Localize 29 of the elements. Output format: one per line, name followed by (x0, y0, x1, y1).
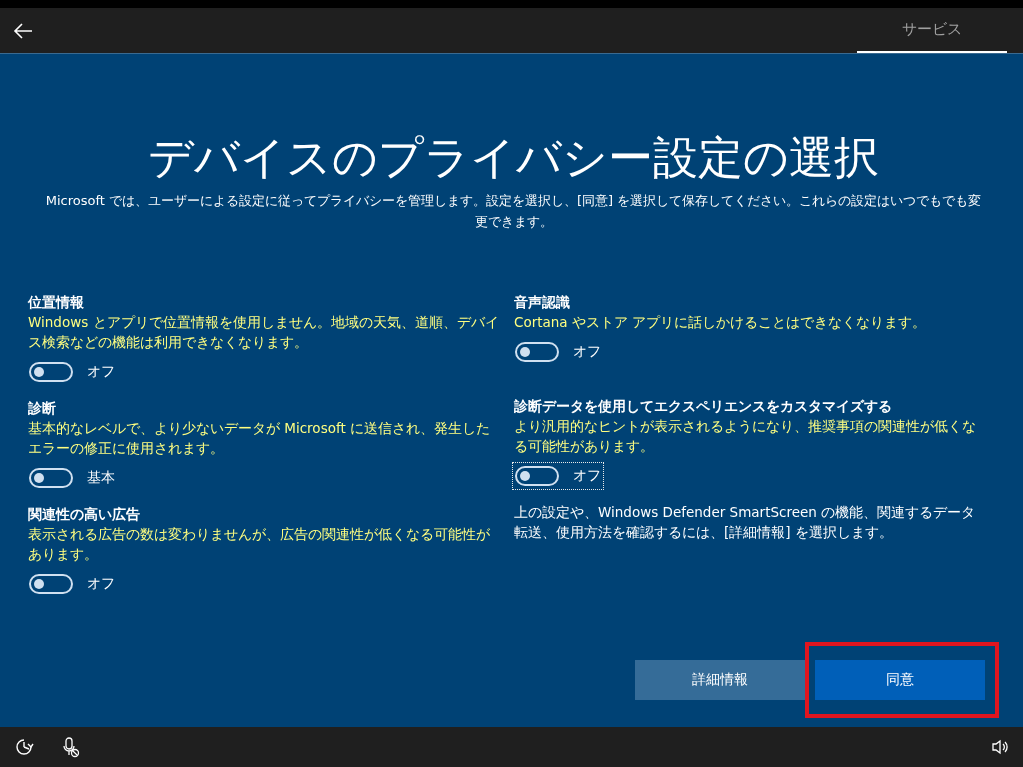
setting-description: 表示される広告の数は変わりませんが、広告の関連性が低くなる可能性があります。 (28, 525, 491, 564)
toggle-switch[interactable] (29, 362, 73, 382)
agree-button[interactable]: 同意 (815, 660, 985, 700)
info-note: 上の設定や、Windows Defender SmartScreen の機能、関連するデータ転送、使用方法を確認するには、[詳細情報] を選択します。 (514, 503, 977, 542)
accessibility-icon[interactable] (14, 737, 34, 757)
setting-description: Cortana やストア アプリに話しかけることはできなくなります。 (514, 313, 928, 332)
toggle-label: オフ (87, 575, 115, 593)
setting-title: 音声認識 (514, 293, 571, 312)
page-title: デバイスのプライバシー設定の選択 (147, 130, 880, 186)
setting-title: 関連性の高い広告 (28, 505, 141, 524)
more-info-button[interactable]: 詳細情報 (635, 660, 805, 700)
setting-description: Windows とアプリで位置情報を使用しません。地域の天気、道順、デバイス検索などの機能は利用できなくなります。 (28, 313, 500, 352)
microphone-off-icon[interactable] (62, 736, 80, 758)
toggle-switch[interactable] (29, 468, 73, 488)
setting-title: 診断 (28, 399, 57, 418)
toggle-switch[interactable] (515, 342, 559, 362)
intro-text: Microsoft では、ユーザーによる設定に従ってプライバシーを管理します。設定を選択し、[同意] を選択して保存してください。これらの設定はいつでもでも変更できます。 (44, 192, 983, 231)
setting-description: より汎用的なヒントが表示されるようになり、推奨事項の関連性が低くなる可能性があります。 (514, 417, 977, 456)
setting-title: 位置情報 (28, 293, 85, 312)
toggle-switch[interactable] (29, 574, 73, 594)
toggle-label: オフ (573, 343, 601, 361)
setting-description: 基本的なレベルで、より少ないデータが Microsoft に送信され、発生したエラーの修正に使用されます。 (28, 419, 492, 458)
setting-title: 診断データを使用してエクスペリエンスをカスタマイズする (514, 397, 893, 416)
toggle-label: 基本 (87, 469, 115, 487)
speaker-icon[interactable] (991, 739, 1009, 755)
toggle-label: オフ (573, 467, 601, 485)
back-arrow-icon (13, 22, 33, 39)
toggle-switch[interactable] (515, 466, 559, 486)
toggle-label: オフ (87, 363, 115, 381)
